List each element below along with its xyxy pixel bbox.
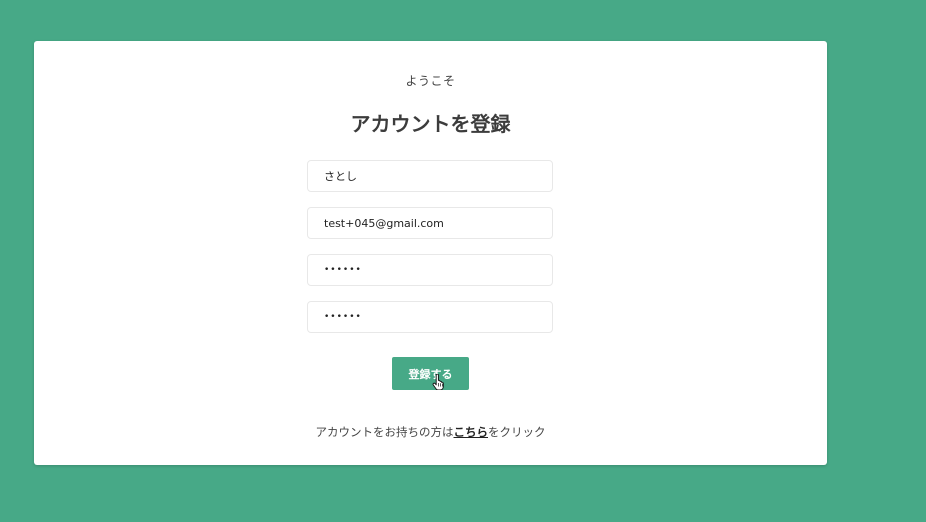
hand-pointer-icon: [432, 374, 444, 390]
page-title: アカウントを登録: [350, 112, 511, 136]
email-input[interactable]: [307, 207, 553, 239]
login-prompt-prefix: アカウントをお持ちの方は: [315, 425, 454, 439]
password-confirm-input[interactable]: [307, 301, 553, 333]
password-input[interactable]: [307, 254, 553, 286]
login-prompt: アカウントをお持ちの方はこちらをクリック: [34, 424, 827, 440]
name-input[interactable]: [307, 160, 553, 192]
register-card: ようこそ アカウントを登録 登録する アカウントをお持ちの方はこちらをクリック: [34, 41, 827, 465]
register-button[interactable]: 登録する: [392, 357, 469, 390]
login-link[interactable]: こちら: [454, 425, 489, 439]
welcome-text: ようこそ: [405, 74, 456, 88]
login-prompt-suffix: をクリック: [488, 425, 546, 439]
